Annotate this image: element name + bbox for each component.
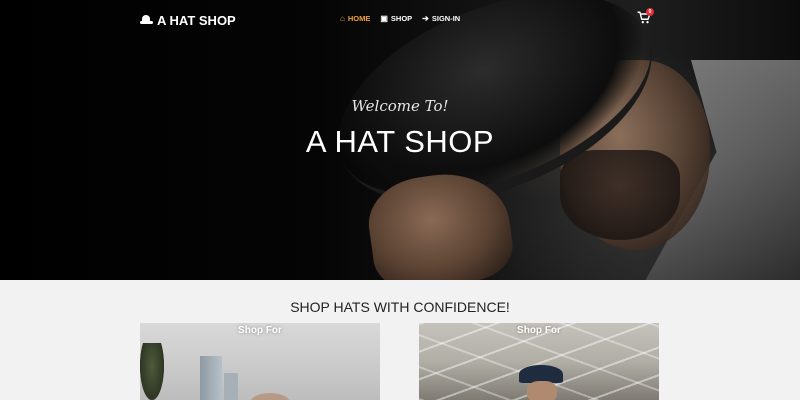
nav-sign-in-label: SIGN-IN: [431, 14, 461, 23]
card-photo-tree: [140, 343, 164, 400]
shop-card-women[interactable]: Shop For: [419, 323, 659, 400]
card-photo-person: [250, 393, 290, 400]
brand-name: A HAT SHOP: [157, 12, 236, 28]
card-photo-building: [200, 356, 222, 400]
cart-count-badge: 0: [646, 8, 654, 16]
hero-banner: Welcome To! A HAT SHOP: [0, 0, 800, 280]
nav-shop-link[interactable]: ▣ SHOP: [380, 14, 412, 23]
shop-card-men[interactable]: Shop For: [140, 323, 380, 400]
nav-sign-in-link[interactable]: ➔ SIGN-IN: [422, 14, 460, 23]
nav-home-link[interactable]: ⌂ HOME: [340, 14, 370, 23]
main-menu: ⌂ HOME ▣ SHOP ➔ SIGN-IN: [340, 14, 460, 23]
nav-home-label: HOME: [347, 14, 371, 23]
home-icon: ⌂: [340, 13, 345, 23]
sign-in-icon: ➔: [422, 13, 429, 23]
card-photo-building: [224, 373, 238, 400]
card-photo-person: [527, 381, 557, 400]
hero-photo-beard: [560, 150, 680, 240]
card-label: Shop For: [238, 325, 282, 336]
hat-icon: [140, 15, 153, 25]
top-navbar: A HAT SHOP ⌂ HOME ▣ SHOP ➔ SIGN-IN 0: [0, 0, 800, 40]
cart-button[interactable]: 0: [637, 8, 657, 27]
shopping-bag-icon: ▣: [380, 13, 388, 23]
hero-welcome-text: Welcome To!: [351, 97, 449, 115]
card-label: Shop For: [517, 325, 561, 336]
brand-logo-link[interactable]: A HAT SHOP: [140, 11, 236, 29]
hero-title: A HAT SHOP: [305, 124, 495, 159]
nav-shop-label: SHOP: [390, 14, 413, 23]
section-title: SHOP HATS WITH CONFIDENCE!: [290, 299, 510, 315]
